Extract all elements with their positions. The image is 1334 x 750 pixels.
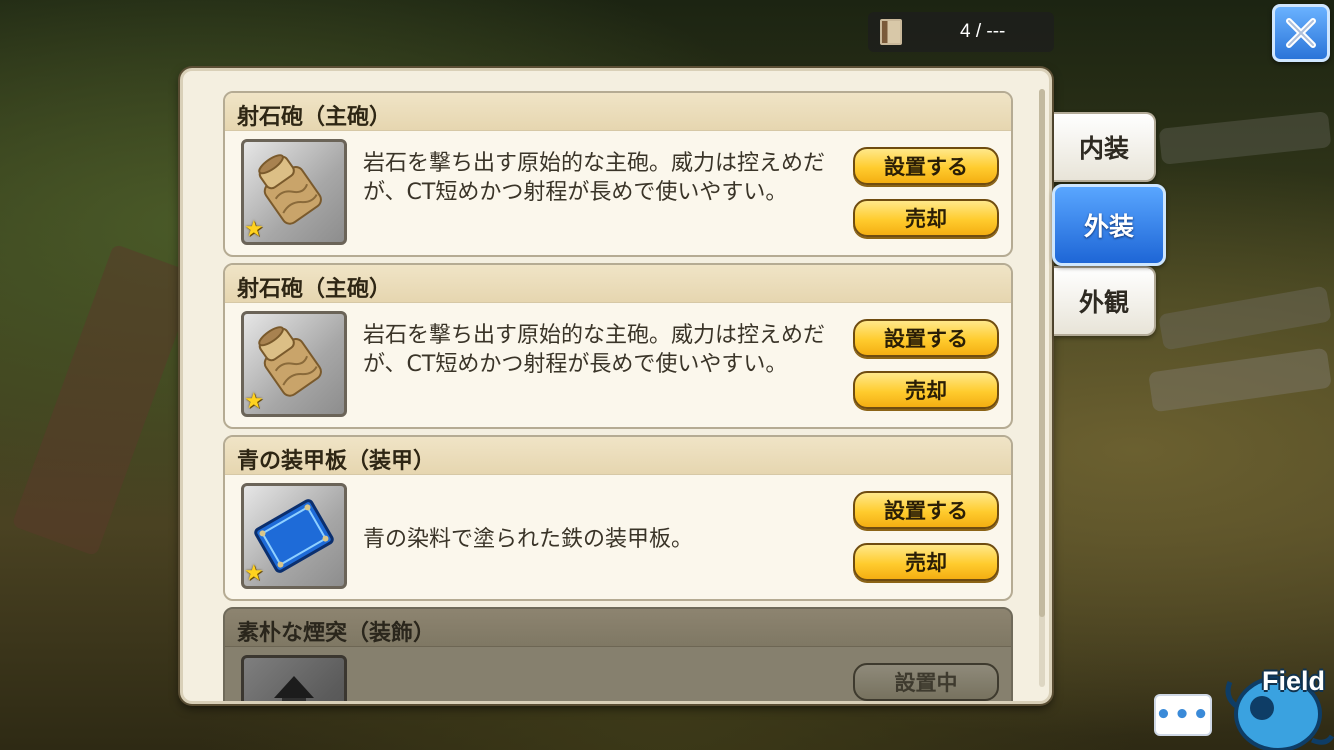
rarity-star-icon: ★ xyxy=(244,389,264,414)
rarity-star-icon: ★ xyxy=(244,561,264,586)
stone-cannon-icon: ★ xyxy=(241,311,347,417)
close-button[interactable] xyxy=(1272,4,1330,62)
install-button[interactable]: 設置する xyxy=(853,319,999,357)
field-label: Field xyxy=(1262,666,1326,696)
equipment-item: 射石砲（主砲） ★ 岩石を撃ち出す原始的な主砲。威力は控えめだが、CT短めかつ射… xyxy=(223,91,1013,257)
item-title: 素朴な煙突（装飾） xyxy=(225,609,1011,647)
background-log xyxy=(1158,111,1332,165)
field-button[interactable]: Field xyxy=(1222,656,1334,750)
sell-button[interactable]: 売却 xyxy=(853,199,999,237)
close-icon xyxy=(1286,18,1316,48)
item-description: 岩石を撃ち出す原始的な主砲。威力は控えめだが、CT短めかつ射程が長めで使いやすい… xyxy=(363,151,826,205)
rarity-star-icon: ★ xyxy=(244,217,264,242)
chimney-icon xyxy=(241,655,347,701)
chat-icon: ••• xyxy=(1155,700,1211,730)
stone-cannon-icon: ★ xyxy=(241,139,347,245)
item-description: 岩石を撃ち出す原始的な主砲。威力は控えめだが、CT短めかつ射程が長めで使いやすい… xyxy=(363,323,826,377)
background-log xyxy=(1148,347,1332,413)
book-icon xyxy=(880,19,902,45)
equipment-item: 射石砲（主砲） ★ 岩石を撃ち出す原始的な主砲。威力は控えめだが、CT短めかつ射… xyxy=(223,263,1013,429)
background-log xyxy=(11,243,199,557)
item-title: 射石砲（主砲） xyxy=(225,265,1011,303)
background-log xyxy=(1158,285,1332,351)
installed-status-button[interactable]: 設置中 xyxy=(853,663,999,701)
inventory-count: 4 / --- xyxy=(960,21,1006,42)
tab-appearance[interactable]: 外観 xyxy=(1054,266,1156,336)
tab-exterior[interactable]: 外装 xyxy=(1052,184,1166,266)
equipment-item: 青の装甲板（装甲） ★ 青の染料で塗られた鉄の装甲板。 設置する 売却 xyxy=(223,435,1013,601)
chat-button[interactable]: ••• xyxy=(1154,694,1212,736)
equipment-list-panel: 射石砲（主砲） ★ 岩石を撃ち出す原始的な主砲。威力は控えめだが、CT短めかつ射… xyxy=(180,68,1052,704)
sell-button[interactable]: 売却 xyxy=(853,543,999,581)
install-button[interactable]: 設置する xyxy=(853,147,999,185)
scrollbar-thumb[interactable] xyxy=(1039,89,1045,617)
install-button[interactable]: 設置する xyxy=(853,491,999,529)
tab-interior[interactable]: 内装 xyxy=(1054,112,1156,182)
item-description: 青の染料で塗られた鉄の装甲板。 xyxy=(363,527,694,552)
scrollbar[interactable] xyxy=(1039,89,1045,687)
inventory-counter: 4 / --- xyxy=(868,12,1054,52)
item-title: 青の装甲板（装甲） xyxy=(225,437,1011,475)
equipment-item-installed: 素朴な煙突（装飾） 設置中 xyxy=(223,607,1013,701)
blue-armor-plate-icon: ★ xyxy=(241,483,347,589)
sell-button[interactable]: 売却 xyxy=(853,371,999,409)
item-title: 射石砲（主砲） xyxy=(225,93,1011,131)
